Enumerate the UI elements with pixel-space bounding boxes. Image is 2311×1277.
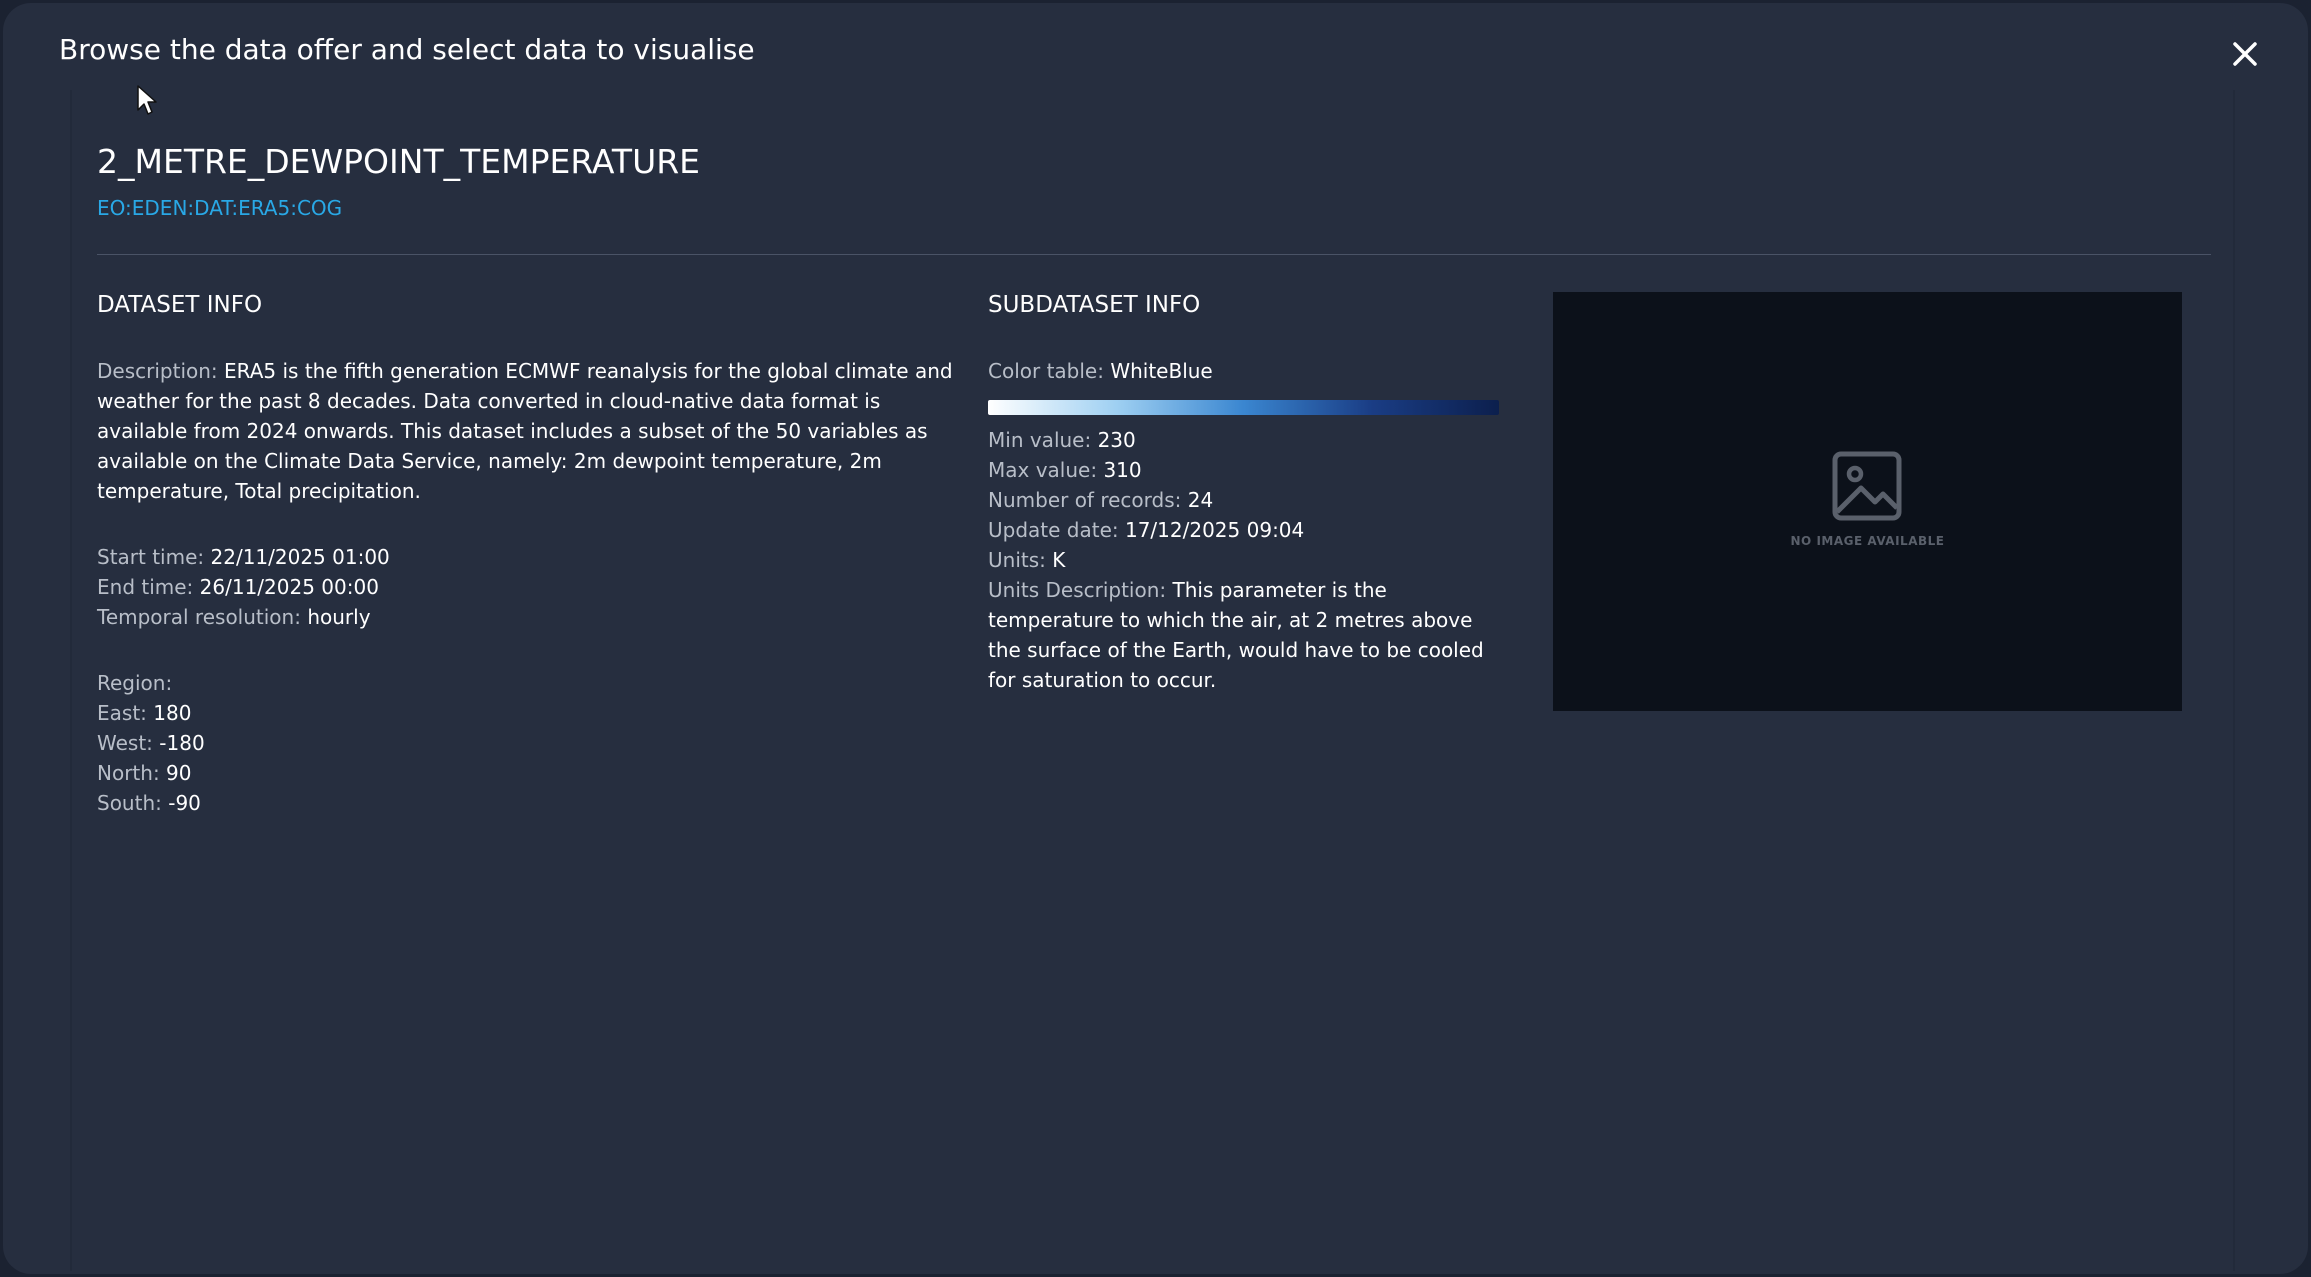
south-label: South: xyxy=(97,791,162,815)
north-label: North: xyxy=(97,761,160,785)
update-date-label: Update date: xyxy=(988,518,1119,542)
description-value: ERA5 is the fifth generation ECMWF reana… xyxy=(97,359,953,503)
west-row: West: -180 xyxy=(97,728,957,758)
dataset-description: Description: ERA5 is the fifth generatio… xyxy=(97,356,957,506)
dataset-info-body: Description: ERA5 is the fifth generatio… xyxy=(97,356,957,818)
max-value-label: Max value: xyxy=(988,458,1098,482)
dataset-info-heading: DATASET INFO xyxy=(97,292,263,318)
subdataset-info-heading: SUBDATASET INFO xyxy=(988,292,1201,318)
units-value: K xyxy=(1052,548,1066,572)
east-row: East: 180 xyxy=(97,698,957,728)
color-table-value: WhiteBlue xyxy=(1110,359,1213,383)
west-value: -180 xyxy=(159,731,205,755)
records-value: 24 xyxy=(1187,488,1214,512)
min-value-row: Min value: 230 xyxy=(988,425,1508,455)
north-value: 90 xyxy=(166,761,192,785)
dataset-name: 2_METRE_DEWPOINT_TEMPERATURE xyxy=(97,142,701,181)
end-time-label: End time: xyxy=(97,575,194,599)
units-description-label: Units Description: xyxy=(988,578,1167,602)
units-row: Units: K xyxy=(988,545,1508,575)
color-table-row: Color table: WhiteBlue xyxy=(988,356,1213,386)
west-label: West: xyxy=(97,731,153,755)
modal-title: Browse the data offer and select data to… xyxy=(59,33,755,66)
min-value-label: Min value: xyxy=(988,428,1092,452)
max-value: 310 xyxy=(1103,458,1142,482)
records-row: Number of records: 24 xyxy=(988,485,1508,515)
max-value-row: Max value: 310 xyxy=(988,455,1508,485)
units-label: Units: xyxy=(988,548,1046,572)
end-time-value: 26/11/2025 00:00 xyxy=(199,575,379,599)
temporal-resolution-value: hourly xyxy=(307,605,371,629)
no-image-text: NO IMAGE AVAILABLE xyxy=(1790,534,1945,548)
east-value: 180 xyxy=(153,701,192,725)
temporal-resolution-row: Temporal resolution: hourly xyxy=(97,602,957,632)
image-placeholder-icon xyxy=(1832,451,1902,521)
south-row: South: -90 xyxy=(97,788,957,818)
min-value: 230 xyxy=(1097,428,1136,452)
dataset-id-link[interactable]: EO:EDEN:DAT:ERA5:COG xyxy=(97,196,342,220)
update-date-value: 17/12/2025 09:04 xyxy=(1124,518,1305,542)
header-divider xyxy=(97,254,2211,255)
start-time-label: Start time: xyxy=(97,545,205,569)
south-value: -90 xyxy=(168,791,201,815)
region-label: Region: xyxy=(97,671,173,695)
color-table-label: Color table: xyxy=(988,359,1104,383)
north-row: North: 90 xyxy=(97,758,957,788)
region-row: Region: xyxy=(97,668,957,698)
close-x-icon xyxy=(2233,42,2257,66)
dataset-thumbnail: NO IMAGE AVAILABLE xyxy=(1553,292,2182,711)
records-label: Number of records: xyxy=(988,488,1182,512)
temporal-resolution-label: Temporal resolution: xyxy=(97,605,301,629)
subdataset-info-body: Min value: 230 Max value: 310 Number of … xyxy=(988,425,1508,695)
mouse-cursor-icon xyxy=(137,85,157,115)
start-time-value: 22/11/2025 01:00 xyxy=(210,545,390,569)
update-date-row: Update date: 17/12/2025 09:04 xyxy=(988,515,1508,545)
close-button[interactable] xyxy=(2227,36,2263,72)
color-table-bar xyxy=(988,400,1499,415)
units-description: Units Description: This parameter is the… xyxy=(988,575,1508,695)
start-time-row: Start time: 22/11/2025 01:00 xyxy=(97,542,957,572)
end-time-row: End time: 26/11/2025 00:00 xyxy=(97,572,957,602)
east-label: East: xyxy=(97,701,147,725)
description-label: Description: xyxy=(97,359,218,383)
